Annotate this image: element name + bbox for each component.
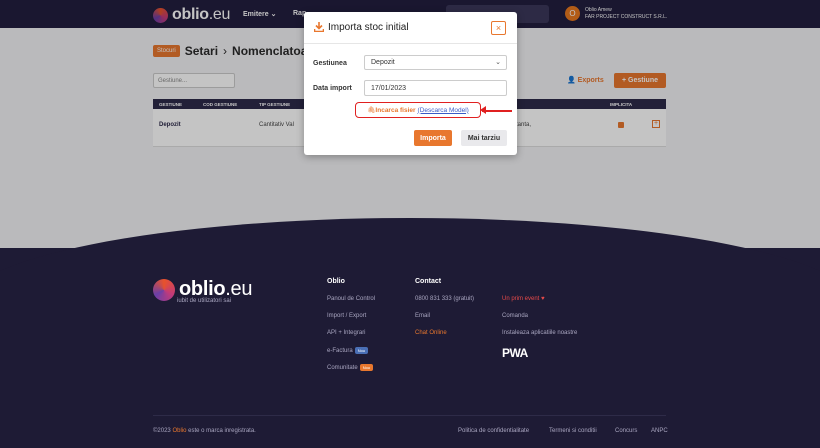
footer-tagline: iubit de utilizatori sai <box>177 298 232 304</box>
privacy-link[interactable]: Politica de confidentialitate <box>458 428 529 434</box>
footer-event-link[interactable]: Un prim event ♥ <box>502 296 545 302</box>
footer-heading-oblio: Oblio <box>327 278 345 285</box>
data-import-input[interactable]: 17/01/2023 <box>364 80 507 96</box>
later-button[interactable]: Mai tarziu <box>461 130 507 146</box>
import-button[interactable]: Importa <box>414 130 452 146</box>
annotation-arrow-head-icon <box>480 106 486 114</box>
modal-header: Importa stoc initial × <box>304 12 517 44</box>
footer-link-panou[interactable]: Panoul de Control <box>327 296 375 302</box>
footer-chat-link[interactable]: Chat Online <box>415 330 447 336</box>
anpc-link[interactable]: ANPC <box>651 428 668 434</box>
modal-title: Importa stoc initial <box>328 22 409 33</box>
gestiunea-label: Gestiunea <box>313 60 347 67</box>
import-stock-modal: Importa stoc initial × Gestiunea Depozit… <box>304 12 517 155</box>
footer-email-link[interactable]: Email <box>415 313 430 319</box>
footer-install-text: Instaleaza aplicatiile noastre <box>502 330 578 336</box>
gestiunea-select[interactable]: Depozit ⌄ <box>364 55 507 70</box>
footer-phone[interactable]: 0800 831 333 (gratuit) <box>415 296 474 302</box>
download-icon <box>314 22 324 32</box>
footer-link-import[interactable]: Import / Export <box>327 313 366 319</box>
annotation-arrow <box>482 110 512 112</box>
upload-file-area[interactable]: 🖇 Incarca fisier (Descarca Model) <box>355 102 481 118</box>
paperclip-icon: 🖇 <box>367 107 376 114</box>
new-badge: Nou <box>354 347 369 354</box>
heart-icon: ♥ <box>541 296 545 302</box>
contest-link[interactable]: Concurs <box>615 428 637 434</box>
footer-link-comunitate[interactable]: Comunitate Nou <box>327 364 374 371</box>
pwa-logo[interactable]: PWA <box>502 346 528 360</box>
chevron-down-icon: ⌄ <box>495 59 501 66</box>
copyright-brand-link[interactable]: Oblio <box>172 428 186 434</box>
download-model-link[interactable]: (Descarca Model) <box>418 107 469 114</box>
logo-mark-icon <box>153 278 175 301</box>
footer-link-api[interactable]: API + Integrari <box>327 330 366 336</box>
footer-link-efactura[interactable]: e-Factura Nou <box>327 347 369 354</box>
new-badge: Nou <box>359 364 374 371</box>
footer-divider <box>153 415 666 416</box>
close-icon[interactable]: × <box>491 21 506 35</box>
terms-link[interactable]: Termeni si conditii <box>549 428 597 434</box>
footer-heading-contact: Contact <box>415 278 442 285</box>
data-import-label: Data import <box>313 85 352 92</box>
copyright: ©2023 Oblio este o marca inregistrata. <box>153 428 256 434</box>
upload-file-button[interactable]: Incarca fisier <box>375 107 415 114</box>
footer-comanda-link[interactable]: Comanda <box>502 313 528 319</box>
